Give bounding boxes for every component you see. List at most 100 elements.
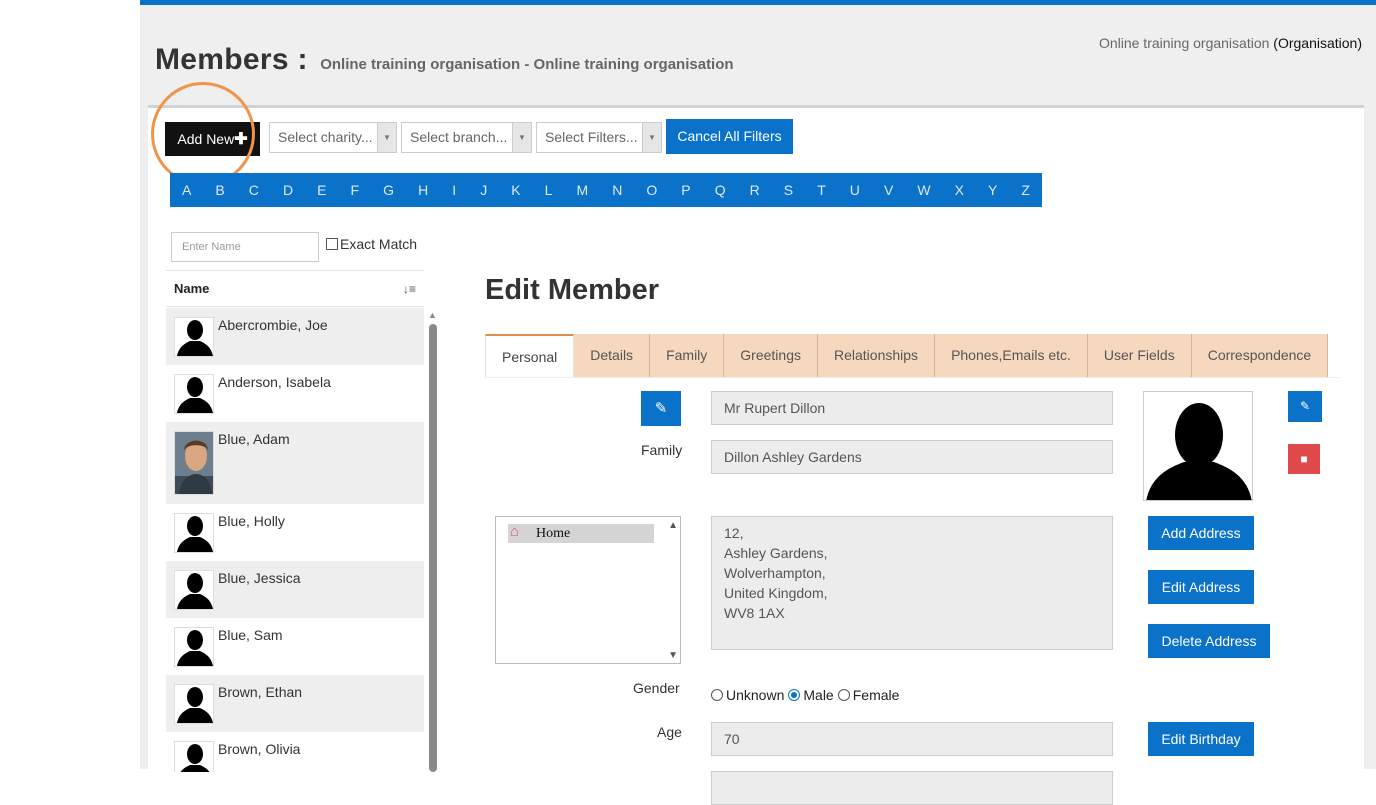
address-line: WV8 1AX: [724, 605, 785, 621]
alpha-letter-t[interactable]: T: [814, 182, 829, 198]
add-address-button[interactable]: Add Address: [1148, 516, 1254, 550]
family-field[interactable]: Dillon Ashley Gardens: [711, 440, 1113, 474]
tab-family[interactable]: Family: [650, 334, 725, 377]
full-name-field[interactable]: Mr Rupert Dillon: [711, 391, 1113, 425]
gender-option-female[interactable]: Female: [837, 687, 900, 703]
alpha-letter-a[interactable]: A: [179, 182, 194, 198]
alpha-letter-x[interactable]: X: [952, 182, 967, 198]
member-list-scrollbar[interactable]: ▲: [428, 310, 437, 772]
delete-photo-button[interactable]: ■: [1288, 444, 1320, 474]
gender-option-label: Female: [852, 687, 900, 703]
scroll-up-arrow-icon[interactable]: ▲: [668, 520, 678, 531]
sort-alpha-icon[interactable]: ↓≡: [403, 271, 416, 307]
cancel-all-filters-button[interactable]: Cancel All Filters: [666, 119, 793, 154]
scroll-down-arrow-icon[interactable]: ▼: [668, 650, 678, 661]
member-row[interactable]: Brown, Olivia: [166, 732, 424, 772]
edit-icon: ✎: [654, 400, 668, 417]
age-label: Age: [657, 724, 682, 740]
gender-radio-female[interactable]: [837, 689, 850, 701]
chevron-down-icon: ▼: [512, 123, 531, 152]
edit-address-button[interactable]: Edit Address: [1148, 570, 1254, 604]
member-avatar: [174, 317, 214, 357]
alpha-letter-j[interactable]: J: [477, 182, 490, 198]
charity-select[interactable]: Select charity... ▼: [269, 122, 397, 153]
gender-radio-unknown[interactable]: [711, 689, 723, 701]
alpha-letter-d[interactable]: D: [280, 182, 296, 198]
name-search-input[interactable]: Enter Name: [171, 232, 319, 262]
alpha-letter-h[interactable]: H: [415, 182, 431, 198]
alpha-letter-o[interactable]: O: [643, 182, 660, 198]
alpha-letter-m[interactable]: M: [573, 182, 591, 198]
alpha-letter-g[interactable]: G: [380, 182, 397, 198]
address-line: 12,: [724, 525, 744, 541]
alpha-letter-e[interactable]: E: [314, 182, 329, 198]
member-name: Brown, Ethan: [218, 684, 303, 700]
alpha-letter-i[interactable]: I: [449, 182, 459, 198]
member-row[interactable]: Anderson, Isabela: [166, 365, 424, 422]
member-row[interactable]: Blue, Jessica: [166, 561, 424, 618]
tab-details[interactable]: Details: [574, 334, 651, 377]
alpha-letter-s[interactable]: S: [781, 182, 796, 198]
age-field[interactable]: 70: [711, 722, 1113, 756]
alpha-letter-f[interactable]: F: [348, 182, 363, 198]
member-name: Brown, Olivia: [218, 741, 301, 757]
tab-phones-emails-etc[interactable]: Phones,Emails etc.: [935, 334, 1088, 377]
gender-option-unknown[interactable]: Unknown: [711, 687, 784, 703]
title-row: Members : Online training organisation -…: [155, 43, 734, 77]
alpha-letter-q[interactable]: Q: [712, 182, 729, 198]
alpha-letter-r[interactable]: R: [747, 182, 763, 198]
alpha-letter-w[interactable]: W: [914, 182, 933, 198]
scroll-up-arrow-icon[interactable]: ▲: [428, 310, 437, 320]
alpha-letter-c[interactable]: C: [246, 182, 262, 198]
gender-radio-male[interactable]: [788, 689, 801, 701]
scrollbar-thumb[interactable]: [429, 324, 437, 772]
gender-option-label: Unknown: [726, 687, 785, 703]
alpha-letter-k[interactable]: K: [508, 182, 523, 198]
gender-option-male[interactable]: Male: [788, 687, 834, 703]
alpha-letter-v[interactable]: V: [881, 182, 896, 198]
gender-radio-group: Unknown Male Female: [711, 687, 903, 703]
edit-member-title: Edit Member: [485, 274, 660, 306]
edit-birthday-button[interactable]: Edit Birthday: [1148, 722, 1254, 756]
address-list-item-home[interactable]: ⌂ Home: [508, 524, 654, 543]
tab-correspondence[interactable]: Correspondence: [1191, 334, 1329, 377]
name-column-header[interactable]: Name: [174, 281, 209, 296]
member-row[interactable]: Blue, Adam: [166, 422, 424, 504]
member-avatar: [174, 684, 214, 724]
member-avatar: [174, 374, 214, 414]
alpha-letter-l[interactable]: L: [542, 182, 556, 198]
address-item-label: Home: [536, 526, 571, 541]
address-line: Ashley Gardens,: [724, 545, 828, 561]
next-field[interactable]: [711, 771, 1113, 805]
alpha-letter-b[interactable]: B: [212, 182, 227, 198]
edit-icon: ✎: [1299, 399, 1311, 413]
alpha-letter-p[interactable]: P: [678, 182, 693, 198]
tab-relationships[interactable]: Relationships: [818, 334, 936, 377]
address-list[interactable]: ⌂ Home ▲ ▼: [495, 516, 681, 664]
tab-user-fields[interactable]: User Fields: [1087, 334, 1192, 377]
edit-photo-button[interactable]: ✎: [1288, 391, 1322, 422]
delete-address-button[interactable]: Delete Address: [1148, 624, 1270, 658]
address-line: Wolverhampton,: [724, 565, 826, 581]
tab-greetings[interactable]: Greetings: [724, 334, 818, 377]
home-icon: ⌂: [510, 524, 520, 540]
member-row[interactable]: Brown, Ethan: [166, 675, 424, 732]
tab-personal[interactable]: Personal: [485, 334, 575, 377]
branch-select[interactable]: Select branch... ▼: [401, 122, 532, 153]
organisation-info: Online training organisation (Organisati…: [1099, 35, 1362, 51]
branch-select-value: Select branch...: [410, 129, 508, 145]
add-new-button[interactable]: Add New✚: [165, 122, 260, 156]
alpha-letter-y[interactable]: Y: [985, 182, 1000, 198]
exact-match-checkbox[interactable]: [326, 238, 338, 250]
family-label: Family: [641, 442, 683, 458]
filters-select[interactable]: Select Filters... ▼: [536, 122, 662, 153]
alpha-letter-z[interactable]: Z: [1018, 182, 1033, 198]
personal-form: ✎ Mr Rupert Dillon Family Dillon Ashley …: [485, 377, 1340, 805]
alpha-letter-n[interactable]: N: [609, 182, 625, 198]
member-row[interactable]: Abercrombie, Joe: [166, 308, 424, 365]
alpha-letter-u[interactable]: U: [847, 182, 863, 198]
member-row[interactable]: Blue, Holly: [166, 504, 424, 561]
exact-match-option[interactable]: Exact Match: [326, 236, 417, 252]
member-row[interactable]: Blue, Sam: [166, 618, 424, 675]
edit-name-button[interactable]: ✎: [641, 391, 681, 426]
